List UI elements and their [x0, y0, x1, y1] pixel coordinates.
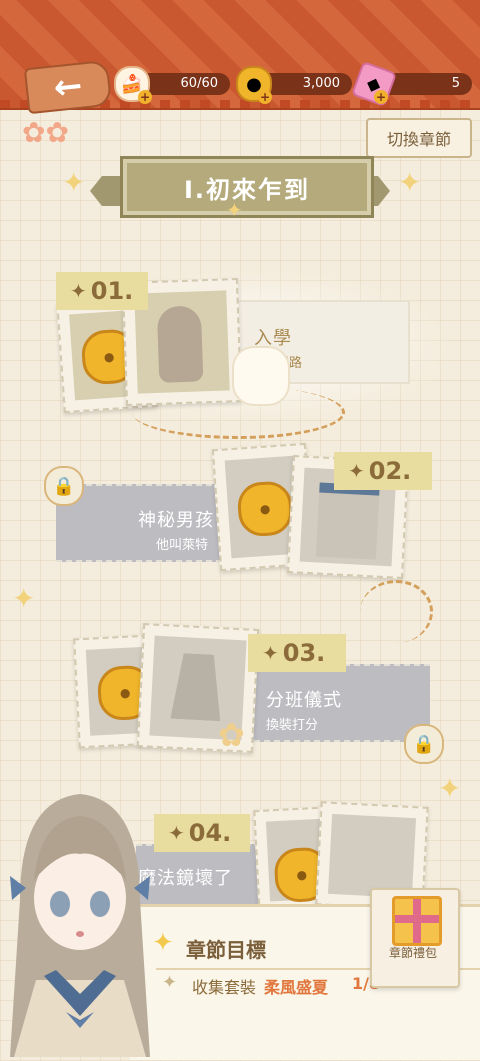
- chapter-goal-set-name: 柔風盛夏: [264, 978, 329, 997]
- uniform-top-icon: [315, 482, 380, 560]
- flower-icon: ✿✿: [22, 116, 69, 149]
- sparkle-icon: ✦: [348, 459, 365, 483]
- switch-chapter-button[interactable]: 切換章節: [366, 118, 472, 158]
- stage-04-number-tag: ✦ 04.: [154, 814, 250, 852]
- stage-02-lock-icon: 🔒: [44, 466, 84, 506]
- chapter-title-banner: I.初來乍到: [120, 156, 374, 218]
- sparkle-icon: ✦: [262, 641, 279, 665]
- arrow-left-icon: ←: [51, 65, 85, 109]
- chapter-gift-label: 章節禮包: [388, 946, 437, 960]
- add-gem-button[interactable]: +: [374, 90, 388, 104]
- stage-03-title: 分班儀式: [266, 690, 342, 711]
- sparkle-icon: ✦: [398, 166, 422, 199]
- character-portrait: [0, 780, 160, 1057]
- stamina-value: 60/60: [180, 76, 218, 91]
- stage-02-subtitle: 他叫萊特: [156, 538, 209, 553]
- chapter-goal-prefix: 收集套裝: [192, 978, 257, 997]
- stage-03-number: 03.: [282, 639, 326, 667]
- stage-03-subtitle: 換裝打分: [266, 718, 319, 733]
- hair-item-icon: [156, 305, 204, 383]
- chapter-title: I.初來乍到: [183, 175, 311, 204]
- gem-value: 5: [451, 76, 460, 91]
- sparkle-icon: ✦: [438, 772, 462, 805]
- stage-03-name-plate[interactable]: 分班儀式 換裝打分: [244, 664, 430, 742]
- stage-02-number-tag: ✦ 02.: [334, 452, 432, 490]
- back-button[interactable]: ←: [23, 59, 113, 115]
- stage-02-title: 神秘男孩: [138, 510, 214, 531]
- sparkle-icon: ✦: [12, 582, 36, 615]
- flower-icon: ✿: [218, 716, 245, 754]
- stage-03-lock-icon: 🔒: [404, 724, 444, 764]
- stage-03-number-tag: ✦ 03.: [248, 634, 346, 672]
- switch-chapter-label: 切換章節: [386, 130, 451, 149]
- path-line: [360, 580, 433, 643]
- stage-02-number: 02.: [368, 457, 412, 485]
- stage-04-number: 04.: [188, 819, 232, 847]
- coin-value: 3,000: [302, 76, 340, 91]
- gift-box-icon: [392, 896, 442, 946]
- sparkle-icon: ✦: [62, 166, 86, 199]
- sparkle-icon: ✦: [70, 279, 87, 303]
- stage-01-number: 01.: [90, 277, 134, 305]
- path-line: [132, 386, 345, 439]
- sparkle-icon: ✦: [168, 821, 185, 845]
- sparkle-icon: ✦: [162, 972, 178, 993]
- add-stamina-button[interactable]: +: [138, 90, 152, 104]
- add-coin-button[interactable]: +: [258, 90, 272, 104]
- stage-01-number-tag: ✦ 01.: [56, 272, 148, 310]
- chapter-goal-heading: 章節目標: [186, 938, 266, 962]
- sparkle-icon: ✦: [226, 198, 243, 222]
